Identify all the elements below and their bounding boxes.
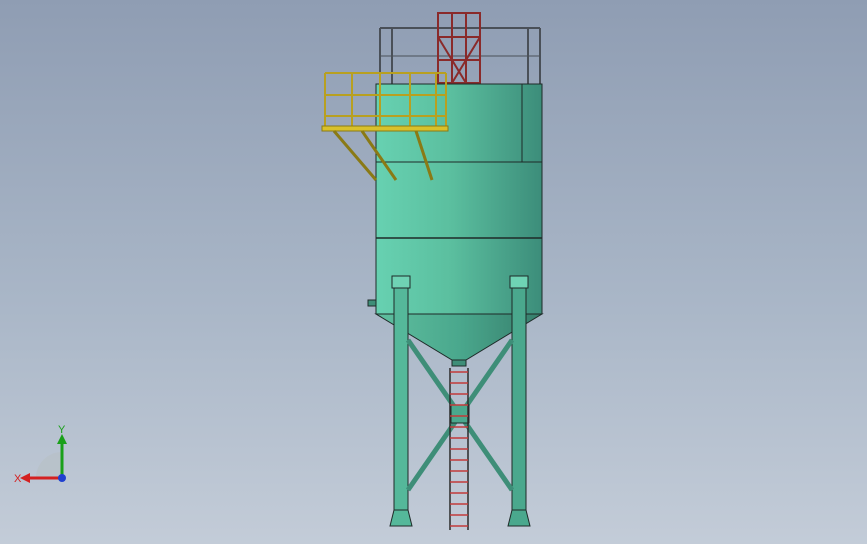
bracing-plate[interactable] [450,404,470,424]
x-axis-arrowhead-icon [20,473,30,483]
side-nozzle[interactable] [367,299,377,307]
x-axis-label: X [14,473,22,485]
z-axis-dot-icon [58,474,66,482]
silo-3d-model[interactable] [0,0,867,544]
y-axis-label: Y [58,424,66,436]
triad-plane-icon [36,452,62,478]
ladder-rungs [450,371,468,527]
graphics-viewport[interactable]: Y X [0,0,867,544]
coordinate-triad[interactable]: Y X [12,420,82,500]
